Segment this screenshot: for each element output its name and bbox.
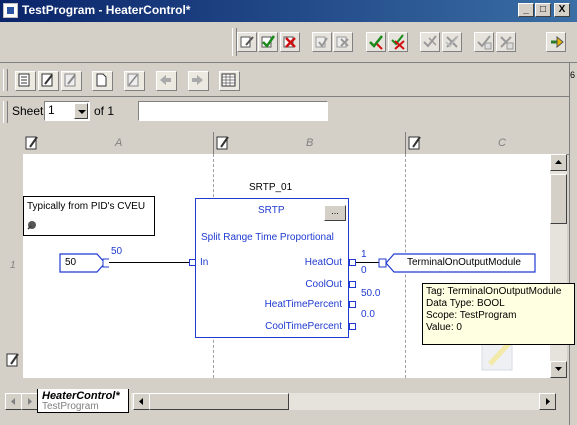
row-header: 1 [3,154,24,378]
scroll-left-button[interactable] [133,393,150,410]
heatout-value-top: 1 [361,249,367,260]
scroll-thumb[interactable] [550,174,567,224]
heatout-pin-label: HeatOut [304,257,342,268]
sheet-label: Sheet [12,104,44,118]
input-wire-value: 50 [111,246,123,257]
test-program-icon[interactable] [442,32,462,52]
edit-rungs-icon[interactable] [237,32,257,52]
sheet-selector-bar: Sheet 1 of 1 [0,97,577,127]
column-a-label: A [115,137,123,149]
tab-heatercontrol[interactable]: HeaterControl* TestProgram [37,389,129,413]
chevron-down-icon[interactable] [74,103,88,119]
heattimepercent-pin-label: HeatTimePercent [264,299,342,310]
toolbar-grip[interactable] [3,69,8,91]
comment-text: Typically from PID's CVEU [27,201,146,212]
minimize-button[interactable]: _ [518,3,534,17]
tag-tooltip: Tag: TerminalOnOutputModule Data Type: B… [422,283,575,345]
maximize-button[interactable]: □ [535,3,551,17]
column-header: A B C [3,132,569,155]
input-wire[interactable] [109,262,189,263]
block-tag-name: SRTP_01 [249,182,293,193]
heatout-value-bottom: 0 [361,265,367,276]
block-properties-button[interactable]: ... [324,205,346,221]
sheet-tab-row: HeaterControl* TestProgram [3,389,569,417]
add-sheet-icon[interactable] [61,71,82,91]
fbd-sheet-area: A B C 1 Typically from PID's CVEU 50 50 … [3,132,569,420]
input-reference-value: 50 [65,257,77,268]
horizontal-scroll-thumb[interactable] [149,393,289,410]
test-edits-icon[interactable] [333,32,353,52]
delete-sheet-icon[interactable] [124,71,145,91]
cycle-icon[interactable] [546,32,566,52]
column-b-label: B [306,137,314,149]
block-type-label: SRTP [258,205,285,216]
sheet-count-label: of 1 [94,104,115,118]
heattimepercent-pin[interactable] [349,301,356,308]
sheet-description-input[interactable] [138,101,328,121]
finalize-icon[interactable] [496,32,516,52]
tab-scroll-right-button[interactable] [21,393,38,410]
scroll-down-button[interactable] [550,361,567,378]
coolout-value: 50.0 [361,288,381,299]
window-title: TestProgram - HeaterControl* [22,3,191,17]
sheet-number-dropdown[interactable]: 1 [44,101,90,121]
sheet-toolbar [0,63,577,97]
tooltip-tag: Tag: TerminalOnOutputModule [426,286,562,297]
cooltimepercent-pin[interactable] [349,323,356,330]
cancel-pending-icon[interactable] [388,32,408,52]
new-sheet-icon[interactable] [92,71,113,91]
previous-sheet-icon[interactable] [156,71,177,91]
assemble-icon[interactable] [366,32,386,52]
tab-sublabel: TestProgram [42,401,99,412]
sheet-properties-icon[interactable] [25,135,39,150]
properties-icon[interactable] [15,71,36,91]
column-c-label: C [498,137,506,149]
coolout-pin[interactable] [349,281,356,288]
right-panel-edge [569,63,577,425]
tab-scroll-left-button[interactable] [5,393,22,410]
edge-glyph: 6 [570,70,576,80]
close-button[interactable]: X [554,3,570,17]
untest-icon[interactable] [474,32,494,52]
next-sheet-icon[interactable] [188,71,209,91]
online-edit-toolbar [0,22,577,63]
column-divider [405,132,406,154]
sheet-properties-icon[interactable] [6,352,20,367]
pin-icon [27,221,36,230]
block-description: Split Range Time Proportional [201,232,334,243]
accept-pending-icon[interactable] [312,32,332,52]
edit-properties-icon[interactable] [38,71,59,91]
sheet-properties-icon[interactable] [216,135,230,150]
horizontal-scroll-track[interactable] [301,393,541,410]
heattimepercent-value: 0.0 [361,309,375,320]
output-reference-tag: TerminalOnOutputModule [407,257,521,268]
row-1-label: 1 [10,260,16,271]
title-bar: TestProgram - HeaterControl* _ □ X [0,0,577,22]
output-wire[interactable] [356,262,380,263]
in-pin-label: In [200,257,209,268]
sheet-layout-icon[interactable] [219,71,240,91]
cancel-edits-icon[interactable] [280,32,300,52]
tooltip-scope: Scope: TestProgram [426,310,517,321]
scroll-up-button[interactable] [550,154,567,171]
coolout-pin-label: CoolOut [305,279,342,290]
heatout-pin[interactable] [349,259,356,266]
app-icon [3,3,18,18]
column-divider [213,132,214,154]
cooltimepercent-pin-label: CoolTimePercent [265,321,342,332]
toolbar-grip[interactable] [3,101,8,123]
srtp-function-block[interactable]: SRTP ... Split Range Time Proportional I… [195,198,349,338]
tooltip-value: Value: 0 [426,322,462,333]
verify-icon[interactable] [258,32,278,52]
sheet-properties-icon[interactable] [408,135,422,150]
sheet-number-value: 1 [48,103,55,117]
scroll-right-button[interactable] [539,393,556,410]
accept-program-icon[interactable] [420,32,440,52]
tooltip-datatype: Data Type: BOOL [426,298,505,309]
text-comment-box[interactable]: Typically from PID's CVEU [23,196,155,236]
